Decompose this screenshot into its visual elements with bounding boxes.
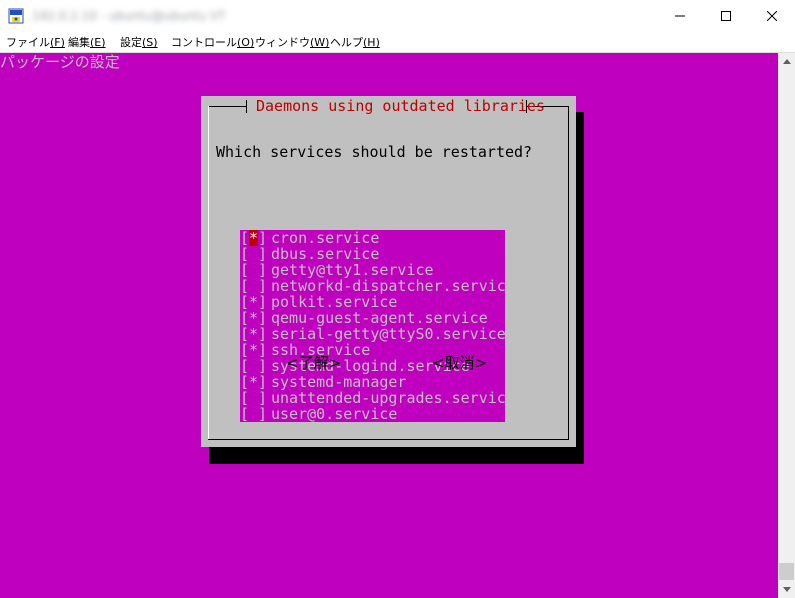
menu-window[interactable]: ウィンドウ(W) [255, 35, 329, 51]
title-bar: 192.0.2.10 - ubuntu@ubuntu VT [0, 0, 795, 32]
scroll-up-button[interactable] [778, 53, 795, 70]
checkbox[interactable]: [ ] [240, 262, 267, 278]
scroll-down-button[interactable] [778, 581, 795, 598]
close-icon [767, 11, 777, 21]
terminal-header: パッケージの設定 [0, 53, 120, 71]
vertical-scrollbar[interactable] [778, 53, 795, 598]
checkbox[interactable]: [*] [240, 294, 267, 310]
service-label: cron.service [271, 229, 380, 247]
chevron-down-icon [782, 587, 791, 592]
checkbox[interactable]: [ ] [240, 278, 267, 294]
service-label: getty@tty1.service [271, 261, 434, 279]
dialog-frame-top-left [208, 106, 246, 107]
service-label: qemu-guest-agent.service [271, 309, 488, 327]
menu-edit[interactable]: 編集(E) [68, 35, 106, 51]
minimize-button[interactable] [657, 0, 703, 32]
checkbox[interactable]: [ ] [240, 358, 267, 374]
menu-settings[interactable]: 設定(S) [120, 35, 158, 51]
service-label: unattended-upgrades.service [271, 389, 515, 407]
checkbox[interactable]: [ ] [240, 406, 267, 422]
scroll-thumb[interactable] [779, 563, 794, 580]
service-label: user@0.service [271, 405, 398, 423]
checkbox[interactable]: [*] [240, 374, 267, 390]
checkbox[interactable]: [*] [240, 310, 267, 326]
dialog-frame-tick-left [246, 100, 247, 113]
service-label: polkit.service [271, 293, 398, 311]
checkbox[interactable]: [ ] [240, 390, 267, 406]
checkbox[interactable]: [*] [240, 326, 267, 342]
service-label: serial-getty@ttyS0.service [271, 325, 506, 343]
teraterm-icon[interactable] [8, 8, 24, 24]
maximize-icon [721, 11, 731, 21]
checkbox[interactable]: [ ] [240, 246, 267, 262]
dialog-frame-left [208, 106, 209, 440]
cancel-button[interactable]: <取消> [432, 354, 487, 372]
service-label: networkd-dispatcher.service [271, 277, 515, 295]
window-title: 192.0.2.10 - ubuntu@ubuntu VT [32, 9, 226, 23]
ok-button[interactable]: <了解> [286, 354, 341, 372]
restart-services-dialog: Daemons using outdated libraries Which s… [201, 96, 576, 447]
checkbox[interactable]: [*] [240, 342, 267, 358]
menu-control[interactable]: コントロール(O) [171, 35, 254, 51]
minimize-icon [675, 15, 685, 17]
dialog-title: Daemons using outdated libraries [256, 97, 545, 115]
checkbox-mark-selected: * [249, 229, 259, 247]
dialog-frame-bottom [208, 439, 569, 440]
checkbox[interactable]: [*] [240, 229, 267, 247]
services-checklist[interactable]: [*] cron.service [ ] dbus.service [ ] ge… [240, 229, 515, 423]
chevron-up-icon [782, 59, 791, 64]
dialog-frame-right [568, 106, 569, 440]
service-label: systemd-manager [271, 373, 407, 391]
close-button[interactable] [749, 0, 795, 32]
menu-file[interactable]: ファイル(F) [6, 35, 65, 51]
service-label: dbus.service [271, 245, 380, 263]
dialog-question: Which services should be restarted? [216, 143, 533, 161]
maximize-button[interactable] [703, 0, 749, 32]
menu-help[interactable]: ヘルプ(H) [330, 35, 380, 51]
menu-bar: ファイル(F) 編集(E) 設定(S) コントロール(O) ウィンドウ(W) ヘ… [0, 32, 795, 53]
